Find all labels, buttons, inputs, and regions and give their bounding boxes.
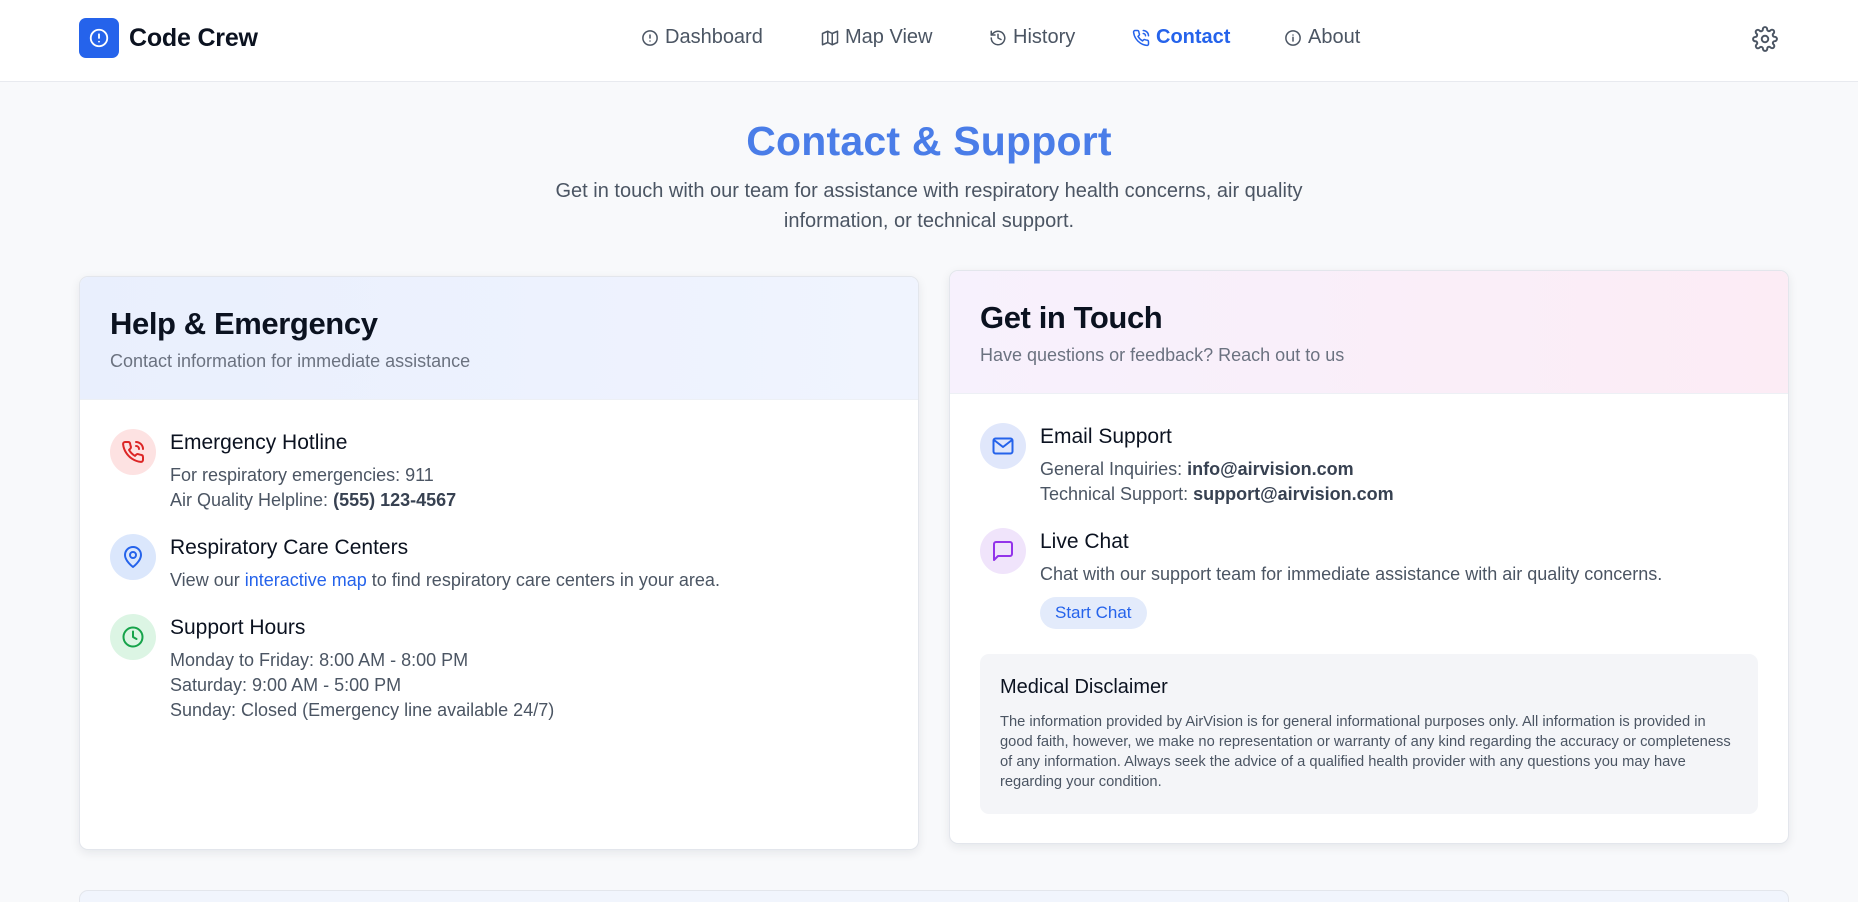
hours-line: Saturday: 9:00 AM - 5:00 PM bbox=[170, 675, 402, 695]
get-in-touch-card: Get in Touch Have questions or feedback?… bbox=[949, 270, 1789, 844]
emergency-hotline-title: Emergency Hotline bbox=[170, 431, 348, 454]
settings-button[interactable] bbox=[1752, 26, 1780, 54]
phone-icon bbox=[110, 429, 156, 475]
medical-disclaimer: Medical Disclaimer The information provi… bbox=[980, 654, 1758, 814]
support-email[interactable]: support@airvision.com bbox=[1193, 484, 1394, 504]
start-chat-button[interactable]: Start Chat bbox=[1040, 597, 1147, 629]
nav-dashboard-label: Dashboard bbox=[665, 26, 763, 48]
nav-about-label: About bbox=[1308, 26, 1361, 48]
help-card-header: Help & Emergency Contact information for… bbox=[80, 277, 918, 400]
nav-dashboard[interactable]: Dashboard bbox=[641, 26, 763, 49]
hours-line: Sunday: Closed (Emergency line available… bbox=[170, 700, 555, 720]
touch-card-title: Get in Touch bbox=[980, 300, 1163, 335]
general-inquiries-label: General Inquiries: bbox=[1040, 459, 1188, 479]
clock-icon bbox=[110, 614, 156, 660]
map-pin-icon bbox=[110, 534, 156, 580]
next-section-card bbox=[79, 890, 1789, 902]
map-icon bbox=[821, 30, 839, 45]
helpline-number: (555) 123-4567 bbox=[333, 490, 457, 510]
chat-icon bbox=[980, 528, 1026, 574]
nav-contact-label: Contact bbox=[1156, 26, 1231, 48]
care-centers-text-after: to find respiratory care centers in your… bbox=[366, 570, 720, 590]
touch-card-subtitle: Have questions or feedback? Reach out to… bbox=[980, 345, 1345, 365]
interactive-map-link[interactable]: interactive map bbox=[245, 570, 367, 590]
care-centers-text-before: View our bbox=[170, 570, 245, 590]
general-email[interactable]: info@airvision.com bbox=[1187, 459, 1354, 479]
history-icon bbox=[990, 30, 1006, 45]
page-title: Contact & Support bbox=[746, 118, 1112, 164]
support-hours-title: Support Hours bbox=[170, 616, 306, 639]
care-centers-title: Respiratory Care Centers bbox=[170, 536, 409, 559]
nav-history[interactable]: History bbox=[989, 26, 1075, 49]
live-chat-title: Live Chat bbox=[1040, 530, 1129, 553]
phone-icon bbox=[1132, 29, 1150, 46]
gear-icon bbox=[1752, 26, 1778, 52]
help-card-subtitle: Contact information for immediate assist… bbox=[110, 351, 471, 371]
nav-history-label: History bbox=[1013, 26, 1076, 48]
top-navbar: Code Crew Dashboard Map View History Con… bbox=[0, 0, 1858, 82]
help-emergency-card: Help & Emergency Contact information for… bbox=[79, 276, 919, 850]
general-inquiries-line: General Inquiries: info@airvision.com bbox=[1040, 457, 1394, 482]
helpline-prefix: Air Quality Helpline: bbox=[170, 490, 334, 510]
nav-map-view[interactable]: Map View bbox=[821, 26, 932, 49]
nav-map-view-label: Map View bbox=[845, 26, 933, 48]
page-subtitle: Get in touch with our team for assistanc… bbox=[555, 180, 1303, 232]
nav-about[interactable]: About bbox=[1284, 26, 1360, 49]
technical-support-line: Technical Support: support@airvision.com bbox=[1040, 482, 1394, 507]
emergency-number: 911 bbox=[405, 465, 434, 485]
emergency-number-line: For respiratory emergencies: 911 bbox=[170, 463, 456, 488]
live-chat-text: Chat with our support team for immediate… bbox=[1040, 564, 1663, 584]
info-icon bbox=[1285, 29, 1301, 46]
emergency-number-prefix: For respiratory emergencies: bbox=[170, 465, 406, 485]
helpline-line: Air Quality Helpline: (555) 123-4567 bbox=[170, 488, 456, 513]
care-centers-text: View our interactive map to find respira… bbox=[170, 568, 720, 593]
main-nav: Dashboard Map View History Contact About bbox=[0, 26, 1858, 56]
touch-card-header: Get in Touch Have questions or feedback?… bbox=[950, 271, 1788, 394]
help-card-title: Help & Emergency bbox=[110, 306, 378, 341]
hours-line: Monday to Friday: 8:00 AM - 8:00 PM bbox=[170, 650, 469, 670]
mail-icon bbox=[980, 423, 1026, 469]
alert-circle-icon bbox=[642, 29, 658, 46]
disclaimer-title: Medical Disclaimer bbox=[1000, 676, 1168, 698]
technical-support-label: Technical Support: bbox=[1040, 484, 1194, 504]
disclaimer-text: The information provided by AirVision is… bbox=[1000, 714, 1731, 790]
email-support-title: Email Support bbox=[1040, 425, 1172, 448]
nav-contact[interactable]: Contact bbox=[1132, 26, 1230, 49]
